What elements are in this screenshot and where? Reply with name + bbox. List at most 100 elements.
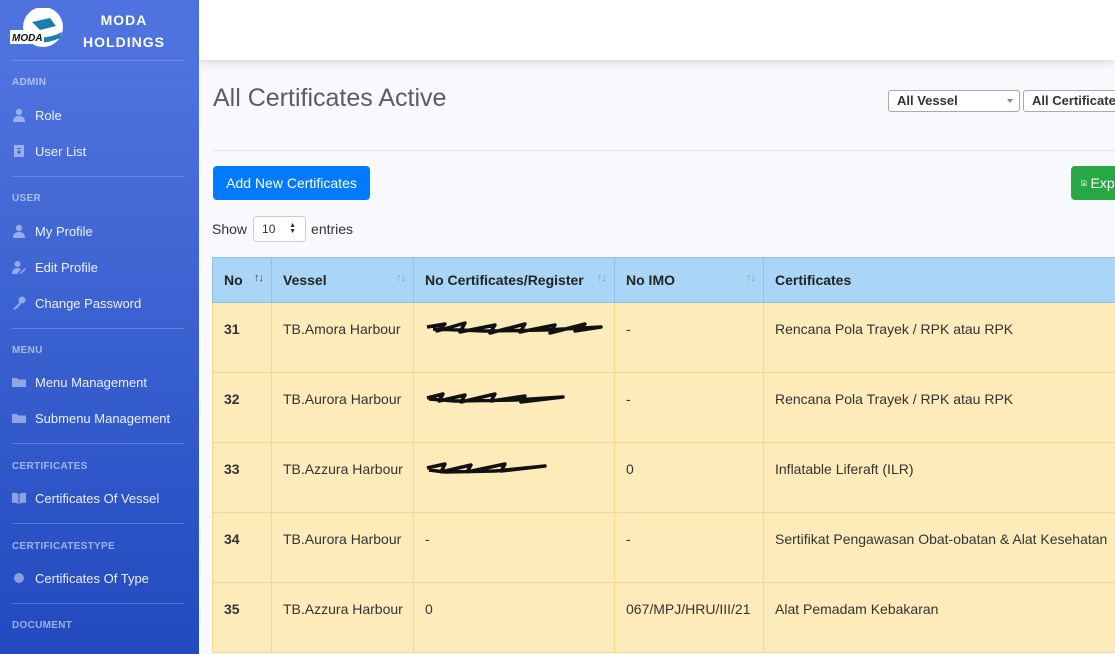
cell-vessel: TB.Amora Harbour — [271, 302, 414, 373]
sidebar-item-label: Menu Management — [35, 374, 148, 390]
cell-no: 35 — [212, 582, 272, 653]
certificate-filter-select[interactable]: All Certificates — [1023, 90, 1115, 112]
column-header-register[interactable]: No Certificates/Register ↑↓ — [413, 257, 615, 303]
column-header-certificates[interactable]: Certificates — [763, 257, 1115, 303]
sidebar-heading-certificates: CERTIFICATES — [12, 461, 88, 472]
column-header-label: Certificates — [775, 272, 852, 288]
redacted-scribble — [426, 321, 603, 335]
sidebar-item-label: Certificates Of Type — [35, 570, 149, 586]
sort-icon: ↑↓ — [597, 272, 607, 284]
cell-no: 33 — [212, 442, 272, 513]
cell-register — [413, 372, 615, 443]
export-label: Export — [1090, 175, 1115, 191]
brand-name-line2: HOLDINGS — [83, 34, 165, 50]
column-header-label: No — [224, 272, 243, 288]
column-header-label: Vessel — [283, 272, 327, 288]
sort-icon: ↑↓ — [746, 272, 756, 284]
column-header-imo[interactable]: No IMO ↑↓ — [614, 257, 764, 303]
sort-icon: ↑↓ — [396, 272, 406, 284]
table-row[interactable]: 32 TB.Aurora Harbour - Rencana Pola Tray… — [212, 372, 1115, 443]
sidebar-divider — [12, 60, 184, 61]
file-excel-icon — [1081, 179, 1087, 187]
sidebar-divider — [12, 176, 184, 177]
table-row[interactable]: 31 TB.Amora Harbour - Rencana Pola Traye… — [212, 302, 1115, 373]
column-header-label: No IMO — [626, 272, 675, 288]
table-header-row: No ↑↓ Vessel ↑↓ No Certificates/Register ↑↓… — [212, 257, 1115, 303]
key-icon — [13, 296, 26, 310]
brand-name: MODA HOLDINGS — [74, 9, 174, 53]
brand-name-line1: MODA — [100, 12, 148, 28]
sidebar-item-menu-management[interactable]: Menu Management — [12, 371, 192, 393]
sidebar-heading-admin: ADMIN — [12, 77, 47, 88]
sidebar-item-edit-profile[interactable]: Edit Profile — [12, 256, 192, 278]
cell-certificate: Rencana Pola Trayek / RPK atau RPK — [763, 372, 1115, 443]
cell-imo: 0 — [614, 442, 764, 513]
cell-certificate: Rencana Pola Trayek / RPK atau RPK — [763, 302, 1115, 373]
sidebar-heading-menu: MENU — [12, 345, 43, 356]
sidebar-item-label: User List — [35, 143, 87, 159]
cell-imo: 067/MPJ/HRU/III/21 — [614, 582, 764, 653]
cell-certificate: Alat Pemadam Kebakaran — [763, 582, 1115, 653]
brand[interactable]: MODA MODA HOLDINGS — [0, 0, 199, 60]
sidebar-item-label: Submenu Management — [35, 410, 171, 426]
certificate-filter-value: All Certificates — [1032, 93, 1115, 108]
export-excel-button[interactable]: Export — [1071, 166, 1115, 200]
entries-value: 10 — [262, 222, 276, 236]
cell-register: - — [413, 512, 615, 583]
column-header-vessel[interactable]: Vessel ↑↓ — [271, 257, 414, 303]
moda-logo: MODA — [10, 8, 63, 47]
sidebar-item-submenu-management[interactable]: Submenu Management — [12, 407, 192, 429]
entries-select[interactable]: 10 ▲ ▼ — [253, 216, 307, 242]
cell-register: 0 — [413, 582, 615, 653]
sidebar-item-my-profile[interactable]: My Profile — [12, 220, 192, 242]
table-row[interactable]: 34 TB.Aurora Harbour - - Sertifikat Peng… — [212, 512, 1115, 583]
user-icon — [13, 224, 25, 238]
book-icon — [12, 492, 26, 504]
sidebar-item-role[interactable]: Role — [12, 104, 192, 126]
sidebar-divider — [12, 603, 184, 604]
sidebar-item-certificates-of-vessel[interactable]: Certificates Of Vessel — [12, 487, 192, 509]
sidebar-item-label: My Profile — [35, 223, 93, 239]
id-badge-icon — [14, 145, 24, 157]
sidebar-item-label: Role — [35, 107, 62, 123]
sidebar-item-label: Change Password — [35, 295, 142, 311]
table-row[interactable]: 35 TB.Azzura Harbour 0 067/MPJ/HRU/III/2… — [212, 582, 1115, 653]
cell-register — [413, 442, 615, 513]
sidebar-divider — [12, 328, 184, 329]
folder-icon — [12, 414, 26, 423]
cell-imo: - — [614, 372, 764, 443]
add-certificate-button[interactable]: Add New Certificates — [213, 166, 370, 200]
sidebar-item-label: Edit Profile — [35, 259, 98, 275]
cell-no: 32 — [212, 372, 272, 443]
cell-register — [413, 302, 615, 373]
logo-text: MODA — [12, 33, 43, 44]
column-header-no[interactable]: No ↑↓ — [212, 257, 272, 303]
topbar — [199, 0, 1115, 60]
cell-no: 31 — [212, 302, 272, 373]
cell-certificate: Sertifikat Pengawasan Obat-obatan & Alat… — [763, 512, 1115, 583]
folder-icon — [12, 378, 26, 387]
cell-imo: - — [614, 302, 764, 373]
table-row[interactable]: 33 TB.Azzura Harbour 0 Inflatable Lifera… — [212, 442, 1115, 513]
user-icon — [13, 108, 25, 122]
sidebar: MODA MODA HOLDINGS ADMIN Role User List … — [0, 0, 199, 654]
user-edit-icon — [12, 261, 26, 274]
sidebar-divider — [12, 443, 184, 444]
updown-icon: ▲ ▼ — [289, 222, 297, 235]
chevron-down-icon — [1007, 99, 1013, 103]
entries-label: entries — [311, 221, 354, 237]
redacted-scribble — [426, 462, 547, 474]
cell-vessel: TB.Aurora Harbour — [271, 372, 414, 443]
sidebar-item-change-password[interactable]: Change Password — [12, 292, 192, 314]
cell-imo: - — [614, 512, 764, 583]
column-header-label: No Certificates/Register — [425, 272, 584, 288]
sidebar-item-certificates-of-type[interactable]: Certificates Of Type — [12, 567, 192, 589]
vessel-filter-select[interactable]: All Vessel — [888, 90, 1020, 112]
show-label: Show — [212, 221, 248, 237]
sidebar-item-label: Certificates Of Vessel — [35, 490, 160, 506]
sidebar-item-user-list[interactable]: User List — [12, 140, 192, 162]
page-title: All Certificates Active — [213, 84, 447, 112]
sidebar-divider — [12, 523, 184, 524]
cell-vessel: TB.Aurora Harbour — [271, 512, 414, 583]
sidebar-heading-user: USER — [12, 193, 41, 204]
